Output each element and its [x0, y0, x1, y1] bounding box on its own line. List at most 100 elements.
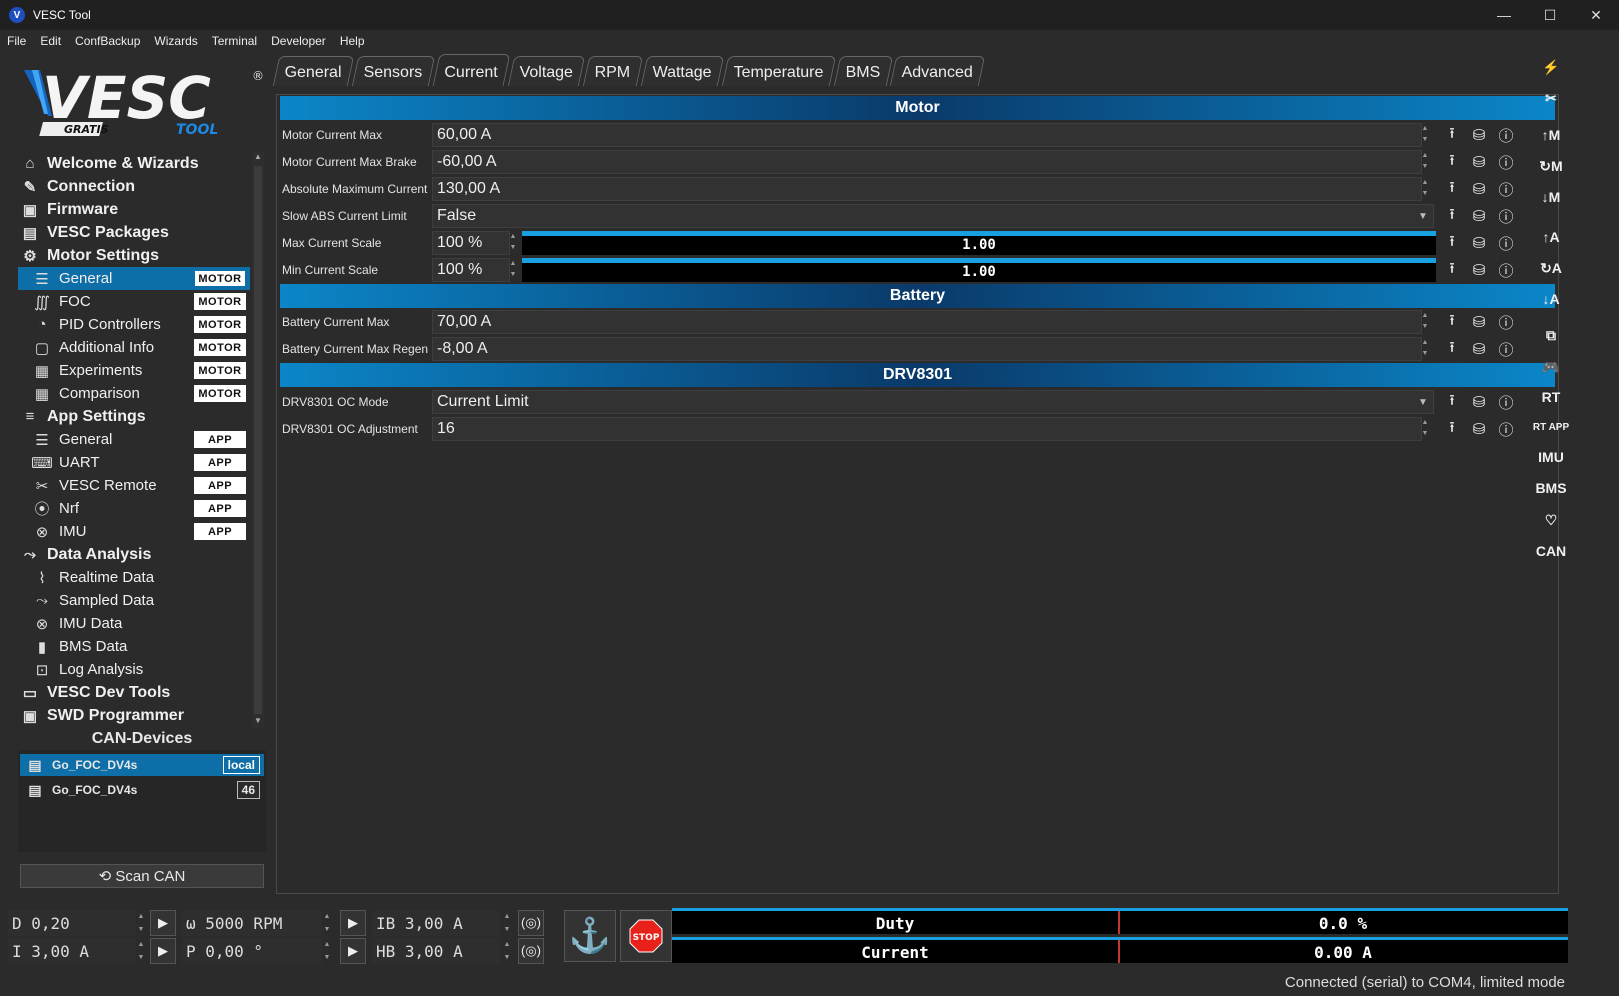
- menu-edit[interactable]: Edit: [33, 34, 68, 48]
- sidebar-item-log-analysis[interactable]: ⊡ Log Analysis: [18, 658, 250, 681]
- max-current-scale-field[interactable]: 100 %: [432, 231, 510, 255]
- scroll-up-arrow[interactable]: ▲: [252, 152, 264, 164]
- tab-current[interactable]: Current: [432, 54, 511, 86]
- database-icon[interactable]: ⛁: [1467, 337, 1491, 361]
- heart-icon[interactable]: ♡: [1532, 507, 1570, 533]
- sidebar-item-realtime-data[interactable]: ⌇ Realtime Data: [18, 566, 250, 589]
- sidebar-scrollbar[interactable]: ▲ ▼: [252, 152, 264, 728]
- imu-icon[interactable]: IMU: [1532, 444, 1570, 470]
- scan-can-button[interactable]: ⟲ Scan CAN: [20, 864, 264, 888]
- help-icon[interactable]: ⓘ: [1494, 123, 1518, 147]
- sidebar-item-imu[interactable]: ⊗ IMU APP: [18, 520, 250, 543]
- sidebar-item-nrf[interactable]: ⦿ Nrf APP: [18, 497, 250, 520]
- sidebar-item-motor-settings[interactable]: ⚙ Motor Settings: [18, 244, 250, 267]
- menu-developer[interactable]: Developer: [264, 34, 333, 48]
- sidebar-item-additional-info[interactable]: ▢ Additional Info MOTOR: [18, 336, 250, 359]
- play-current-button[interactable]: ▶: [150, 938, 176, 964]
- help-icon[interactable]: ⓘ: [1494, 417, 1518, 441]
- menu-file[interactable]: File: [0, 34, 33, 48]
- tab-voltage[interactable]: Voltage: [507, 56, 586, 86]
- upload-icon[interactable]: ⭱: [1440, 310, 1464, 334]
- drv-oc-adj-spinner[interactable]: ▲ ▼: [1420, 417, 1430, 441]
- write-app-icon[interactable]: ↓A: [1532, 286, 1570, 312]
- sidebar-item-comparison[interactable]: ▦ Comparison MOTOR: [18, 382, 250, 405]
- rt-data-icon[interactable]: RT: [1532, 384, 1570, 410]
- chevron-down-icon[interactable]: ▼: [1418, 397, 1428, 408]
- motor-current-max-brake-field[interactable]: -60,00 A: [432, 150, 1422, 174]
- help-icon[interactable]: ⓘ: [1494, 258, 1518, 282]
- help-icon[interactable]: ⓘ: [1494, 231, 1518, 255]
- duty-input[interactable]: D 0,20: [8, 910, 136, 936]
- minimize-button[interactable]: —: [1481, 0, 1527, 30]
- ib-spinner[interactable]: ▲ ▼: [502, 910, 512, 936]
- menu-wizards[interactable]: Wizards: [147, 34, 204, 48]
- can-device-row[interactable]: ▤ Go_FOC_DV4s 46: [20, 779, 264, 801]
- database-icon[interactable]: ⛁: [1467, 123, 1491, 147]
- reset-motor-icon[interactable]: ↻M: [1532, 153, 1570, 179]
- drv-oc-mode-field[interactable]: Current Limit: [432, 390, 1434, 414]
- upload-icon[interactable]: ⭱: [1440, 177, 1464, 201]
- abs-max-current-field[interactable]: 130,00 A: [432, 177, 1422, 201]
- rt-app-icon[interactable]: RT APP: [1532, 414, 1570, 440]
- sidebar-item-vesc-remote[interactable]: ✂ VESC Remote APP: [18, 474, 250, 497]
- menu-terminal[interactable]: Terminal: [205, 34, 264, 48]
- tab-bms[interactable]: BMS: [833, 56, 893, 86]
- help-icon[interactable]: ⓘ: [1494, 204, 1518, 228]
- duty-spinner[interactable]: ▲ ▼: [136, 910, 146, 936]
- database-icon[interactable]: ⛁: [1467, 417, 1491, 441]
- abs-max-current-spinner[interactable]: ▲ ▼: [1420, 177, 1430, 201]
- play-position-button[interactable]: ▶: [340, 938, 366, 964]
- can-fwd-icon[interactable]: CAN: [1532, 538, 1570, 564]
- sidebar-item-experiments[interactable]: ▦ Experiments MOTOR: [18, 359, 250, 382]
- gamepad-icon[interactable]: 🎮: [1532, 354, 1570, 380]
- database-icon[interactable]: ⛁: [1467, 310, 1491, 334]
- upload-icon[interactable]: ⭱: [1440, 123, 1464, 147]
- min-current-scale-spinner[interactable]: ▲ ▼: [508, 258, 518, 282]
- brake-hb-button[interactable]: (◎): [518, 938, 544, 964]
- reset-app-icon[interactable]: ↻A: [1532, 255, 1570, 281]
- battery-current-max-field[interactable]: 70,00 A: [432, 310, 1422, 334]
- sidebar-item-welcome-wizards[interactable]: ⌂ Welcome & Wizards: [18, 152, 250, 175]
- sidebar-item-pid-controllers[interactable]: ◔ PID Controllers MOTOR: [18, 313, 250, 336]
- sidebar-item-firmware[interactable]: ▣ Firmware: [18, 198, 250, 221]
- play-rpm-button[interactable]: ▶: [340, 910, 366, 936]
- sidebar-item-swd-programmer[interactable]: ▣ SWD Programmer: [18, 704, 250, 727]
- read-app-icon[interactable]: ↑A: [1532, 224, 1570, 250]
- database-icon[interactable]: ⛁: [1467, 150, 1491, 174]
- motor-current-max-field[interactable]: 60,00 A: [432, 123, 1422, 147]
- help-icon[interactable]: ⓘ: [1494, 310, 1518, 334]
- help-icon[interactable]: ⓘ: [1494, 390, 1518, 414]
- battery-current-max-spinner[interactable]: ▲ ▼: [1420, 310, 1430, 334]
- write-motor-icon[interactable]: ↓M: [1532, 184, 1570, 210]
- anchor-button[interactable]: ⚓: [564, 910, 616, 962]
- ib-input[interactable]: IB 3,00 A: [372, 910, 500, 936]
- sidebar-item-foc[interactable]: ∭ FOC MOTOR: [18, 290, 250, 313]
- drv-oc-adj-field[interactable]: 16: [432, 417, 1422, 441]
- sidebar-item-sampled-data[interactable]: ⤳ Sampled Data: [18, 589, 250, 612]
- upload-icon[interactable]: ⭱: [1440, 258, 1464, 282]
- hb-spinner[interactable]: ▲ ▼: [502, 938, 512, 964]
- tab-advanced[interactable]: Advanced: [890, 56, 986, 86]
- sidebar-item-imu-data[interactable]: ⊗ IMU Data: [18, 612, 250, 635]
- current-spinner[interactable]: ▲ ▼: [136, 938, 146, 964]
- can-device-row[interactable]: ▤ Go_FOC_DV4s local: [20, 754, 264, 776]
- upload-icon[interactable]: ⭱: [1440, 337, 1464, 361]
- network-icon[interactable]: ⧉: [1532, 322, 1570, 348]
- sidebar-item-data-analysis[interactable]: ⤳ Data Analysis: [18, 543, 250, 566]
- menu-help[interactable]: Help: [333, 34, 372, 48]
- slow-abs-field[interactable]: False: [432, 204, 1434, 228]
- connect-icon[interactable]: ⚡: [1532, 54, 1570, 80]
- tab-rpm[interactable]: RPM: [583, 56, 644, 86]
- database-icon[interactable]: ⛁: [1467, 204, 1491, 228]
- disconnect-icon[interactable]: ✂: [1532, 85, 1570, 111]
- battery-current-max-regen-field[interactable]: -8,00 A: [432, 337, 1422, 361]
- upload-icon[interactable]: ⭱: [1440, 150, 1464, 174]
- stop-button[interactable]: STOP: [620, 910, 672, 962]
- sidebar-item-uart[interactable]: ⌨ UART APP: [18, 451, 250, 474]
- tab-wattage[interactable]: Wattage: [640, 56, 725, 86]
- max-current-scale-spinner[interactable]: ▲ ▼: [508, 231, 518, 255]
- database-icon[interactable]: ⛁: [1467, 390, 1491, 414]
- sidebar-item-app-settings[interactable]: ≡ App Settings: [18, 405, 250, 428]
- tab-temperature[interactable]: Temperature: [721, 56, 836, 86]
- maximize-button[interactable]: ☐: [1527, 0, 1573, 30]
